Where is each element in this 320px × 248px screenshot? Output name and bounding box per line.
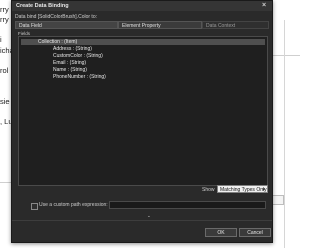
dialog-titlebar[interactable]: Create Data Binding ×	[12, 1, 272, 11]
background-divider	[0, 182, 11, 183]
chevron-down-icon: ▼	[261, 187, 266, 192]
custom-path-label: Use a custom path expression:	[39, 202, 108, 208]
background-text-line: i	[0, 35, 2, 44]
close-icon[interactable]: ×	[260, 1, 268, 11]
background-text-line: rol	[0, 66, 9, 75]
tab-data-context[interactable]: Data Context	[202, 21, 269, 29]
create-data-binding-dialog: Create Data Binding × Data bind [SolidCo…	[11, 0, 273, 243]
tree-item[interactable]: Address : (String)	[53, 46, 92, 52]
background-text-line: sie	[0, 97, 10, 106]
tree-item[interactable]: Email : (String)	[53, 60, 86, 66]
dialog-title: Create Data Binding	[16, 3, 69, 9]
background-text-line: rry	[0, 15, 9, 24]
dialog-divider	[12, 220, 272, 221]
expand-icon[interactable]: ⌄	[147, 213, 151, 219]
tab-data-field[interactable]: Data Field	[15, 21, 118, 29]
custom-path-checkbox[interactable]	[31, 203, 38, 210]
show-filter-dropdown[interactable]: Matching Types Only ▼	[217, 185, 268, 193]
binding-target-label: Data bind [SolidColorBrush].Color to:	[15, 14, 97, 20]
show-filter-value: Matching Types Only	[220, 187, 267, 193]
background-divider	[284, 20, 285, 248]
background-text-line: rry	[0, 5, 9, 14]
tree-item[interactable]: CustomColor : (String)	[53, 53, 103, 59]
tree-item[interactable]: Name : (String)	[53, 67, 87, 73]
cancel-button[interactable]: Cancel	[239, 228, 271, 237]
tab-element-property[interactable]: Element Property	[118, 21, 202, 29]
background-box	[272, 195, 284, 205]
binding-tabs: Data Field Element Property Data Context	[15, 21, 269, 29]
custom-path-input[interactable]	[109, 201, 266, 209]
show-label: Show	[202, 187, 215, 193]
tree-item[interactable]: PhoneNumber : (String)	[53, 74, 106, 80]
tree-root-item[interactable]: Collection : (Item)	[21, 39, 265, 45]
fields-tree: Collection : (Item) Address : (String) C…	[18, 36, 268, 186]
ok-button[interactable]: OK	[205, 228, 237, 237]
background-divider	[272, 55, 300, 56]
